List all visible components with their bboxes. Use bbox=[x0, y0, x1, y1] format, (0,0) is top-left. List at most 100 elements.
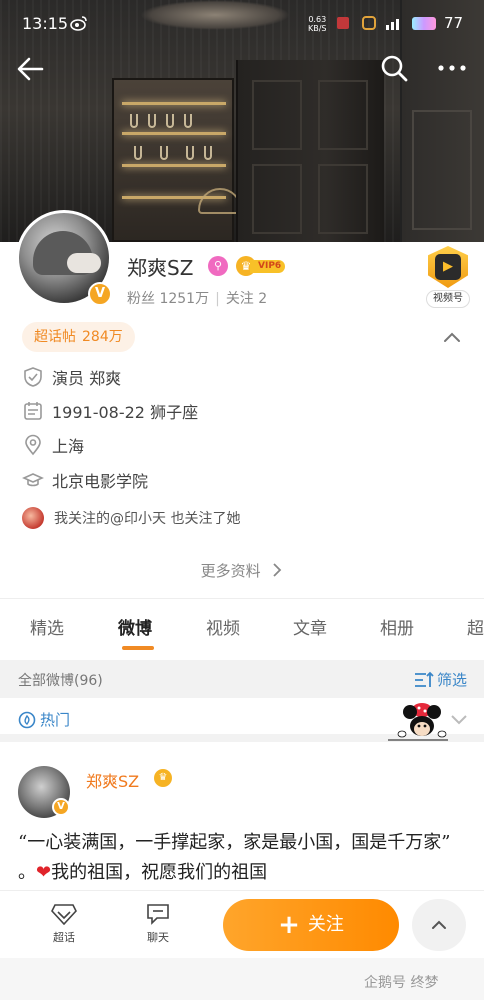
stats-divider: | bbox=[215, 291, 220, 307]
more-info-label: 更多资料 bbox=[200, 562, 261, 580]
plus-icon: + bbox=[278, 910, 300, 940]
profile-stats: 粉丝 1251万 | 关注 2 bbox=[127, 288, 267, 308]
occupation-row: 演员 郑爽 bbox=[22, 364, 121, 390]
graduation-cap-icon bbox=[22, 473, 44, 487]
feed-filter-bar: 全部微博(96) 筛选 bbox=[0, 660, 484, 698]
back-button[interactable] bbox=[14, 52, 48, 86]
following-label: 关注 bbox=[225, 291, 254, 307]
location-row: 上海 bbox=[22, 432, 84, 458]
more-info-button[interactable]: 更多资料 bbox=[0, 560, 484, 586]
supertopic-count: 284万 bbox=[82, 329, 123, 345]
diamond-icon bbox=[51, 904, 77, 925]
battery-icon bbox=[412, 17, 436, 30]
location-text: 上海 bbox=[52, 437, 85, 456]
weibo-notification-icon bbox=[70, 15, 88, 35]
vip-level-label: VIP6 bbox=[250, 260, 286, 273]
footer-strip: 企鹅号 终梦 bbox=[0, 958, 484, 1000]
follow-button[interactable]: + 关注 bbox=[223, 899, 399, 951]
sim-icon bbox=[337, 17, 349, 29]
verified-badge-icon: V bbox=[88, 282, 112, 306]
search-icon bbox=[381, 55, 408, 82]
cover-door bbox=[236, 60, 384, 242]
supertopic-posts-pill[interactable]: 超话帖 284万 bbox=[22, 322, 135, 352]
tab-articles[interactable]: 文章 bbox=[293, 614, 327, 639]
following-count: 2 bbox=[258, 291, 268, 307]
calendar-icon bbox=[24, 402, 42, 420]
follow-button-label: 关注 bbox=[307, 914, 344, 935]
fans-stat[interactable]: 粉丝 1251万 bbox=[127, 291, 209, 307]
mutual-avatar bbox=[22, 507, 44, 529]
tab-video[interactable]: 视频 bbox=[206, 614, 240, 639]
watermark: 企鹅号 终梦 bbox=[364, 975, 439, 991]
tab-albums[interactable]: 相册 bbox=[380, 614, 414, 639]
arrow-left-icon bbox=[17, 57, 44, 81]
filter-icon bbox=[415, 671, 434, 687]
all-posts-count: 全部微博(96) bbox=[18, 673, 103, 689]
mutual-follow-text: 我关注的@印小天 也关注了她 bbox=[54, 511, 241, 527]
fans-count: 1251万 bbox=[159, 291, 210, 307]
network-speed: 0.63 KB/S bbox=[308, 15, 327, 33]
filter-button[interactable]: 筛选 bbox=[414, 669, 467, 690]
chevron-right-icon bbox=[273, 563, 282, 577]
school-row: 北京电影学院 bbox=[22, 467, 148, 493]
tab-supertopic[interactable]: 超 bbox=[467, 614, 484, 639]
recommend-toggle-button[interactable] bbox=[412, 899, 466, 951]
bottom-action-bar: 超话 聊天 + 关注 bbox=[0, 890, 484, 958]
more-options-button[interactable] bbox=[434, 52, 470, 84]
hot-label: 热门 bbox=[40, 711, 71, 729]
tab-featured[interactable]: 精选 bbox=[30, 614, 64, 639]
location-pin-icon bbox=[25, 434, 41, 456]
search-button[interactable] bbox=[378, 52, 410, 84]
battery-level: 77 bbox=[444, 14, 464, 32]
shield-check-icon bbox=[24, 367, 42, 387]
more-dots-icon bbox=[438, 65, 466, 71]
network-speed-value: 0.63 bbox=[308, 15, 327, 24]
chevron-up-icon bbox=[432, 920, 446, 929]
profile-name: 郑爽SZ bbox=[127, 256, 194, 280]
supertopic-label: 超话帖 bbox=[34, 329, 76, 345]
post-text: “一心装满国，一手撑起家，家是最小国，国是千万家” 。❤我的祖国，祝愿我们的祖国 bbox=[18, 828, 470, 888]
mutual-follow-row[interactable]: 我关注的@印小天 也关注了她 bbox=[22, 506, 240, 530]
occupation-text: 演员 郑爽 bbox=[52, 369, 122, 388]
post-vip-crown-icon: ♛ bbox=[154, 769, 172, 787]
school-text: 北京电影学院 bbox=[52, 472, 149, 491]
chat-bubble-icon bbox=[147, 904, 169, 925]
filter-label: 筛选 bbox=[437, 671, 468, 689]
chevron-down-icon bbox=[451, 715, 467, 725]
play-icon: ▶ bbox=[435, 254, 461, 280]
video-channel-badge[interactable]: ▶ 视频号 bbox=[420, 246, 476, 310]
chat-button-label: 聊天 bbox=[147, 931, 169, 944]
weibo-post[interactable]: V 郑爽SZ ♛ “一心装满国，一手撑起家，家是最小国，国是千万家” 。❤我的祖… bbox=[0, 750, 484, 890]
supertopic-button[interactable]: 超话 bbox=[34, 903, 94, 945]
profile-tabs: 精选 微博 视频 文章 相册 超 bbox=[0, 600, 484, 656]
vip-badge[interactable]: ♛ VIP6 bbox=[236, 256, 286, 276]
tab-weibo[interactable]: 微博 bbox=[118, 614, 152, 639]
collapse-info-button[interactable] bbox=[440, 326, 464, 350]
hot-sort-button[interactable]: 热门 bbox=[18, 709, 70, 730]
hot-icon bbox=[18, 711, 36, 728]
chat-button[interactable]: 聊天 bbox=[128, 903, 188, 945]
hot-dropdown-button[interactable] bbox=[448, 708, 470, 730]
chevron-up-icon bbox=[444, 332, 460, 342]
status-bar: 13:15 0.63 KB/S 77 bbox=[0, 0, 484, 46]
cover-wall-panel bbox=[412, 110, 472, 230]
cover-cabinet bbox=[112, 78, 234, 242]
post-verified-icon: V bbox=[52, 798, 70, 816]
supertopic-member-icon[interactable]: ⚲ bbox=[208, 256, 228, 276]
status-time: 13:15 bbox=[22, 14, 69, 33]
post-author-name[interactable]: 郑爽SZ bbox=[86, 768, 139, 792]
active-tab-indicator bbox=[122, 646, 154, 650]
video-channel-label: 视频号 bbox=[426, 290, 470, 308]
minnie-mouse-sticker-icon bbox=[388, 703, 448, 741]
birthday-text: 1991-08-22 狮子座 bbox=[52, 403, 199, 422]
network-speed-unit: KB/S bbox=[308, 24, 327, 33]
signal-icon bbox=[386, 19, 399, 30]
birthday-row: 1991-08-22 狮子座 bbox=[22, 398, 198, 424]
fans-label: 粉丝 bbox=[127, 291, 155, 307]
following-stat[interactable]: 关注 2 bbox=[226, 291, 267, 307]
heart-emoji-icon: ❤ bbox=[36, 862, 52, 883]
section-divider bbox=[0, 598, 484, 599]
supertopic-button-label: 超话 bbox=[53, 931, 75, 944]
post-text-part2: 我的祖国，祝愿我们的祖国 bbox=[51, 862, 268, 883]
notification-app-icon bbox=[362, 16, 376, 30]
